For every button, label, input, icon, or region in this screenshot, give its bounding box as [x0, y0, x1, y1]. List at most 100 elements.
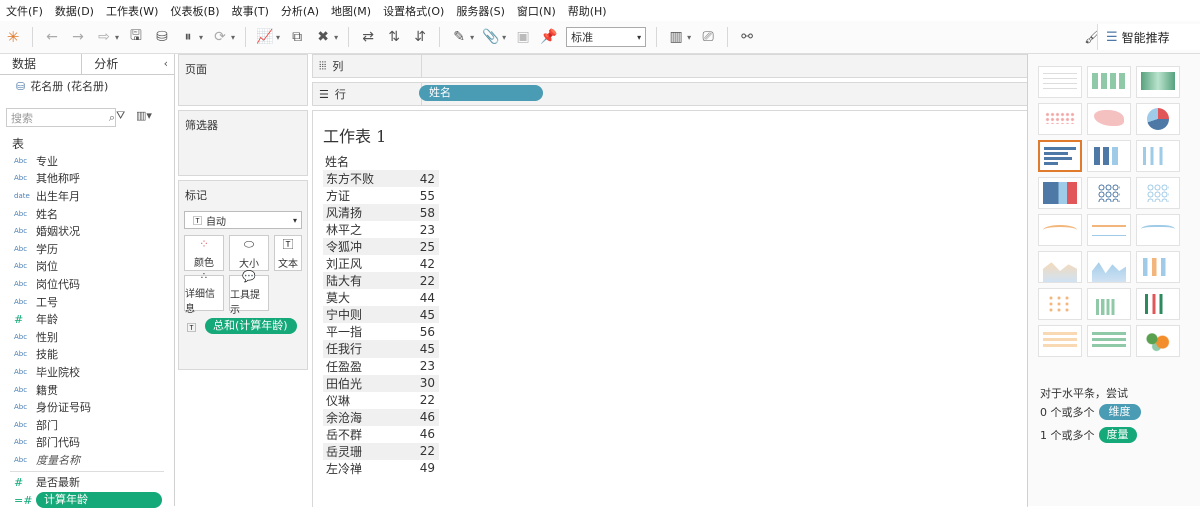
table-row[interactable]: 平一指 56	[323, 323, 439, 340]
field-item[interactable]: Abc 毕业院校	[0, 363, 174, 381]
packed-bubbles-icon[interactable]	[1136, 325, 1180, 357]
showme-button[interactable]: ☰ 智能推荐	[1097, 24, 1200, 50]
table-row[interactable]: 风清扬 58	[323, 204, 439, 222]
gantt-icon[interactable]	[1038, 325, 1082, 357]
datasource-item[interactable]: ⛁ 花名册 (花名册)	[0, 75, 174, 97]
color-button[interactable]: ⁘ 颜色	[184, 235, 224, 271]
menu-item[interactable]: 窗口(N)	[511, 3, 562, 19]
field-item[interactable]: Abc 婚姻状况	[0, 222, 174, 240]
chevron-down-icon[interactable]: ▾	[334, 33, 338, 42]
search-input[interactable]: 搜索 ⌕	[6, 108, 116, 127]
menu-item[interactable]: 数据(D)	[49, 3, 100, 19]
clear-sheet-icon[interactable]: ✖	[312, 26, 334, 48]
new-datasource-icon[interactable]: ⛁	[151, 26, 173, 48]
menu-item[interactable]: 仪表板(B)	[164, 3, 225, 19]
table-row[interactable]: 任盈盈 23	[323, 358, 439, 375]
chevron-down-icon[interactable]: ▾	[199, 33, 203, 42]
field-item[interactable]: Abc 部门代码	[0, 434, 174, 452]
table-row[interactable]: 任我行 45	[323, 340, 439, 358]
duplicate-sheet-icon[interactable]: ⧉	[286, 26, 308, 48]
field-item[interactable]: Abc 工号	[0, 293, 174, 311]
pin-icon[interactable]: 📌	[538, 26, 560, 48]
swap-icon[interactable]: ⇄	[357, 26, 379, 48]
field-item[interactable]: Abc 技能	[0, 346, 174, 364]
save-icon[interactable]: 🖫	[125, 26, 147, 48]
menu-item[interactable]: 帮助(H)	[562, 3, 613, 19]
field-item[interactable]: # 是否最新	[0, 474, 174, 492]
menu-item[interactable]: 工作表(W)	[100, 3, 164, 19]
symbol-map-icon[interactable]	[1038, 103, 1082, 135]
box-whisker-icon[interactable]	[1136, 288, 1180, 320]
horizontal-bar-icon[interactable]	[1038, 140, 1082, 172]
menu-item[interactable]: 分析(A)	[275, 3, 325, 19]
text-table-icon[interactable]	[1038, 66, 1082, 98]
columns-shelf[interactable]: ⦙⦙⦙ 列	[312, 54, 1028, 78]
show-cards-icon[interactable]: ▥	[665, 26, 687, 48]
filters-card[interactable]: 筛选器	[178, 110, 308, 176]
filter-icon[interactable]: ⛛	[116, 109, 125, 123]
table-row[interactable]: 宁中则 45	[323, 306, 439, 324]
dual-combination-icon[interactable]	[1136, 251, 1180, 283]
sort-ascending-icon[interactable]: ⇅	[383, 26, 405, 48]
filled-map-icon[interactable]	[1087, 103, 1131, 135]
field-item[interactable]: Abc 部门	[0, 416, 174, 434]
treemap-icon[interactable]	[1038, 177, 1082, 209]
chevron-down-icon[interactable]: ▾	[115, 33, 119, 42]
table-row[interactable]: 岳灵珊 22	[323, 442, 439, 460]
table-row[interactable]: 左冷禅 49	[323, 460, 439, 477]
chevron-down-icon[interactable]: ▾	[470, 33, 474, 42]
table-row[interactable]: 林平之 23	[323, 221, 439, 238]
fit-select[interactable]: 标准 ▾	[566, 27, 647, 47]
text-pill-sum-calc-age[interactable]: 总和(计算年龄)	[205, 318, 297, 334]
bullet-graph-icon[interactable]	[1087, 325, 1131, 357]
field-item[interactable]: date 出生年月	[0, 187, 174, 205]
view-options-icon[interactable]: ▥▾	[136, 109, 152, 122]
collapse-icon[interactable]: ‹	[164, 54, 174, 74]
pause-update-icon[interactable]: ⏸	[177, 26, 199, 48]
sort-descending-icon[interactable]: ⇵	[409, 26, 431, 48]
highlight-icon[interactable]: ✎	[448, 26, 470, 48]
field-item[interactable]: Abc 其他称呼	[0, 170, 174, 188]
table-row[interactable]: 余沧海 46	[323, 408, 439, 426]
field-item[interactable]: Abc 学历	[0, 240, 174, 258]
field-item[interactable]: Abc 岗位	[0, 258, 174, 276]
new-worksheet-icon[interactable]: 📈	[254, 26, 276, 48]
table-row[interactable]: 令狐冲 25	[323, 238, 439, 256]
undo-icon[interactable]: ←	[41, 26, 63, 48]
pages-card[interactable]: 页面	[178, 54, 308, 106]
table-row[interactable]: 田伯光 30	[323, 374, 439, 392]
size-button[interactable]: ⬭ 大小	[229, 235, 269, 271]
detail-button[interactable]: ∴ 详细信息	[184, 271, 224, 315]
chevron-down-icon[interactable]: ▾	[687, 33, 691, 42]
menu-item[interactable]: 服务器(S)	[450, 3, 511, 19]
field-item[interactable]: Abc 专业	[0, 152, 174, 170]
menu-item[interactable]: 设置格式(O)	[377, 3, 450, 19]
show-labels-icon[interactable]: ▣	[512, 26, 534, 48]
table-row[interactable]: 陆大有 22	[323, 272, 439, 290]
area-discrete-icon[interactable]	[1087, 251, 1131, 283]
replay-icon[interactable]: ⇨	[93, 26, 115, 48]
chevron-down-icon[interactable]: ▾	[231, 33, 235, 42]
refresh-icon[interactable]: ⟳	[209, 26, 231, 48]
table-row[interactable]: 仪琳 22	[323, 392, 439, 409]
chevron-down-icon[interactable]: ▾	[502, 33, 506, 42]
redo-icon[interactable]: →	[67, 26, 89, 48]
share-icon[interactable]: ⚯	[736, 26, 758, 48]
rows-pill-name[interactable]: 姓名	[419, 85, 543, 101]
table-row[interactable]: 方证 55	[323, 187, 439, 204]
field-item[interactable]: Abc 性别	[0, 328, 174, 346]
table-row[interactable]: 岳不群 46	[323, 426, 439, 443]
group-icon[interactable]: 📎	[480, 26, 502, 48]
circle-view-icon[interactable]	[1087, 177, 1131, 209]
menu-item[interactable]: 文件(F)	[0, 3, 49, 19]
field-item[interactable]: Abc 岗位代码	[0, 275, 174, 293]
marks-type-select[interactable]: 🅃 自动 ▾	[184, 211, 302, 229]
dual-line-icon[interactable]	[1136, 214, 1180, 246]
scatter-plot-icon[interactable]	[1038, 288, 1082, 320]
table-row[interactable]: 莫大 44	[323, 289, 439, 306]
field-item[interactable]: Abc 度量名称	[0, 451, 174, 469]
field-item[interactable]: =# 计算年龄	[0, 491, 174, 509]
tableau-logo-icon[interactable]: ✳	[2, 26, 24, 48]
table-row[interactable]: 刘正风 42	[323, 255, 439, 272]
field-item[interactable]: Abc 籍贯	[0, 381, 174, 399]
